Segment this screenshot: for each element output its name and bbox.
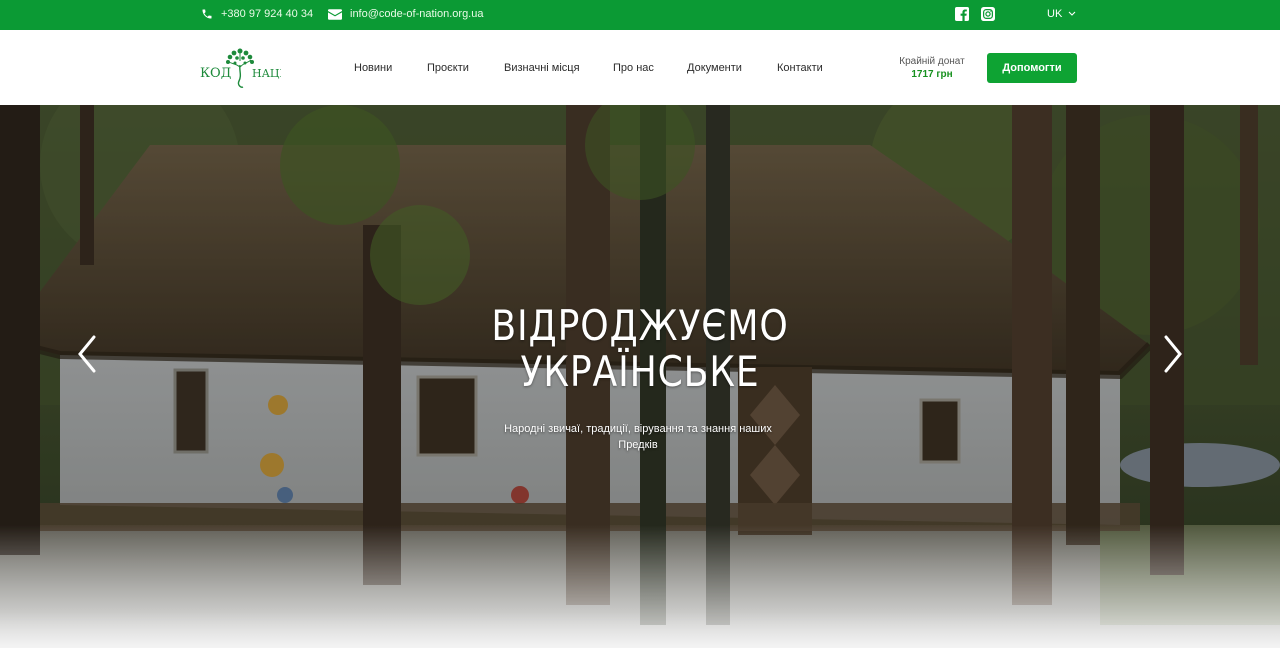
last-donation-amount: 1717 грн <box>911 69 953 80</box>
nav-item-news[interactable]: Новини <box>354 62 392 74</box>
phone-icon <box>202 9 212 19</box>
hero-title: ВІДРОДЖУЄМО УКРАЇНСЬКЕ <box>90 303 1191 395</box>
instagram-icon[interactable] <box>981 7 995 21</box>
email-contact[interactable]: info@code-of-nation.org.ua <box>328 8 483 20</box>
logo-text-left: КОД <box>200 66 231 81</box>
logo-text-right: НАЦІЇ <box>252 66 281 80</box>
nav-item-projects[interactable]: Проєкти <box>427 62 469 74</box>
last-donation-label: Крайній донат <box>899 56 965 67</box>
email-address: info@code-of-nation.org.ua <box>350 8 484 20</box>
nav-item-landmarks[interactable]: Визначні місця <box>504 62 580 74</box>
mail-icon <box>328 8 342 20</box>
help-button[interactable]: Допомогти <box>987 53 1077 83</box>
facebook-icon[interactable] <box>955 7 969 21</box>
site-logo[interactable]: КОД НАЦІЇ <box>199 47 281 89</box>
nav-item-contacts[interactable]: Контакти <box>777 62 823 74</box>
language-selector[interactable]: UK <box>1047 8 1076 20</box>
hero-title-line-2: УКРАЇНСЬКЕ <box>520 347 760 396</box>
phone-number: +380 97 924 40 34 <box>221 8 314 20</box>
hero-subtitle: Народні звичаї, традиції, вірування та з… <box>504 423 772 451</box>
nav-item-documents[interactable]: Документи <box>687 62 742 74</box>
last-donation: Крайній донат 1717 грн <box>890 56 974 80</box>
language-label: UK <box>1047 8 1063 20</box>
nav-item-about[interactable]: Про нас <box>613 62 654 74</box>
hero-slider: ВІДРОДЖУЄМО УКРАЇНСЬКЕ Народні звичаї, т… <box>0 105 1280 648</box>
main-header: КОД НАЦІЇ Новини Проєкти Визначні місця … <box>0 30 1280 105</box>
hero-title-line-1: ВІДРОДЖУЄМО <box>491 301 789 350</box>
chevron-down-icon <box>1068 11 1076 16</box>
top-bar: +380 97 924 40 34 info@code-of-nation.or… <box>0 0 1280 30</box>
phone-contact[interactable]: +380 97 924 40 34 <box>201 8 313 20</box>
